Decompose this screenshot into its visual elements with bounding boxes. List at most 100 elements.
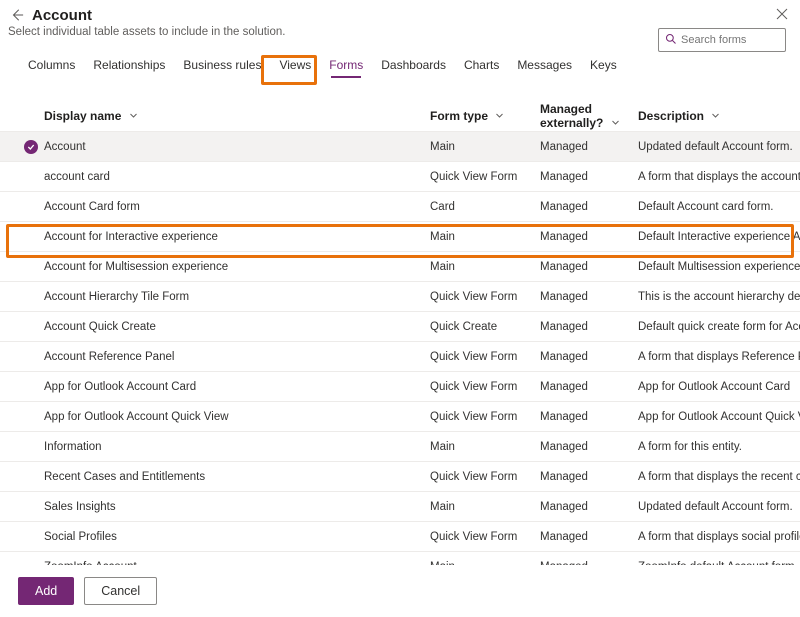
table-row[interactable]: Recent Cases and EntitlementsQuick View … bbox=[0, 462, 800, 492]
chevron-down-icon bbox=[611, 118, 620, 127]
add-button[interactable]: Add bbox=[18, 577, 74, 605]
cell-description: Updated default Account form. bbox=[638, 141, 800, 153]
cell-managed: Managed bbox=[540, 291, 638, 303]
table-row[interactable]: Account for Interactive experienceMainMa… bbox=[0, 222, 800, 252]
cell-display-name: Account for Multisession experience bbox=[44, 261, 430, 273]
tab-columns[interactable]: Columns bbox=[28, 58, 75, 80]
tab-views[interactable]: Views bbox=[279, 58, 311, 80]
cell-description: Default Interactive experience Account bbox=[638, 231, 800, 243]
table-row[interactable]: InformationMainManagedA form for this en… bbox=[0, 432, 800, 462]
cell-description: A form that displays Reference Panel of bbox=[638, 351, 800, 363]
header-managed[interactable]: Managed externally? bbox=[540, 102, 638, 130]
header-form-type-label: Form type bbox=[430, 109, 488, 123]
header-managed-label: Managed externally? bbox=[540, 102, 603, 130]
cell-description: A form for this entity. bbox=[638, 441, 800, 453]
cancel-button[interactable]: Cancel bbox=[84, 577, 157, 605]
tab-relationships[interactable]: Relationships bbox=[93, 58, 165, 80]
cell-managed: Managed bbox=[540, 441, 638, 453]
table-row[interactable]: Account for Multisession experienceMainM… bbox=[0, 252, 800, 282]
table-row[interactable]: Account Quick CreateQuick CreateManagedD… bbox=[0, 312, 800, 342]
cell-managed: Managed bbox=[540, 171, 638, 183]
tab-forms[interactable]: Forms bbox=[329, 58, 363, 80]
header-description-label: Description bbox=[638, 109, 704, 123]
row-checkbox[interactable] bbox=[18, 140, 44, 154]
cell-description: A form that displays social profiles of … bbox=[638, 531, 800, 543]
cell-display-name: Account bbox=[44, 141, 430, 153]
cell-form-type: Quick View Form bbox=[430, 351, 540, 363]
cell-form-type: Quick View Form bbox=[430, 531, 540, 543]
cell-description: App for Outlook Account Quick View bbox=[638, 411, 800, 423]
cell-display-name: Information bbox=[44, 441, 430, 453]
cell-form-type: Quick View Form bbox=[430, 381, 540, 393]
back-icon[interactable] bbox=[8, 6, 26, 24]
cell-description: Updated default Account form. bbox=[638, 501, 800, 513]
close-icon[interactable] bbox=[774, 6, 790, 22]
cell-display-name: Recent Cases and Entitlements bbox=[44, 471, 430, 483]
table-row[interactable]: account cardQuick View FormManagedA form… bbox=[0, 162, 800, 192]
cell-description: App for Outlook Account Card bbox=[638, 381, 800, 393]
cell-description: This is the account hierarchy definition… bbox=[638, 291, 800, 303]
table-row[interactable]: Account Card formCardManagedDefault Acco… bbox=[0, 192, 800, 222]
cell-description: A form that displays the account card. bbox=[638, 171, 800, 183]
cell-managed: Managed bbox=[540, 501, 638, 513]
table-row[interactable]: Account Hierarchy Tile FormQuick View Fo… bbox=[0, 282, 800, 312]
cell-display-name: Account Card form bbox=[44, 201, 430, 213]
cell-display-name: Sales Insights bbox=[44, 501, 430, 513]
cell-display-name: account card bbox=[44, 171, 430, 183]
cell-display-name: Account Hierarchy Tile Form bbox=[44, 291, 430, 303]
cell-managed: Managed bbox=[540, 201, 638, 213]
cell-description: Default Multisession experience Accoun bbox=[638, 261, 800, 273]
cell-managed: Managed bbox=[540, 321, 638, 333]
table-row[interactable]: Account Reference PanelQuick View FormMa… bbox=[0, 342, 800, 372]
cell-display-name: App for Outlook Account Card bbox=[44, 381, 430, 393]
table-row[interactable]: App for Outlook Account CardQuick View F… bbox=[0, 372, 800, 402]
tab-charts[interactable]: Charts bbox=[464, 58, 499, 80]
cell-display-name: Account Quick Create bbox=[44, 321, 430, 333]
chevron-down-icon bbox=[129, 111, 138, 120]
cell-managed: Managed bbox=[540, 381, 638, 393]
cell-display-name: Social Profiles bbox=[44, 531, 430, 543]
cell-managed: Managed bbox=[540, 141, 638, 153]
table-row[interactable]: Social ProfilesQuick View FormManagedA f… bbox=[0, 522, 800, 552]
header-display-name[interactable]: Display name bbox=[44, 109, 430, 123]
tab-keys[interactable]: Keys bbox=[590, 58, 617, 80]
header-form-type[interactable]: Form type bbox=[430, 109, 540, 123]
cell-form-type: Card bbox=[430, 201, 540, 213]
cell-description: Default Account card form. bbox=[638, 201, 800, 213]
cell-description: Default quick create form for Account bbox=[638, 321, 800, 333]
table-row[interactable]: AccountMainManagedUpdated default Accoun… bbox=[0, 132, 800, 162]
chevron-down-icon bbox=[711, 111, 720, 120]
cell-managed: Managed bbox=[540, 531, 638, 543]
cell-form-type: Main bbox=[430, 441, 540, 453]
tab-business-rules[interactable]: Business rules bbox=[183, 58, 261, 80]
tabs-bar: Columns Relationships Business rules Vie… bbox=[0, 44, 800, 80]
page-title: Account bbox=[32, 7, 92, 24]
cell-form-type: Main bbox=[430, 141, 540, 153]
tab-dashboards[interactable]: Dashboards bbox=[381, 58, 446, 80]
cell-display-name: Account for Interactive experience bbox=[44, 231, 430, 243]
chevron-down-icon bbox=[495, 111, 504, 120]
cell-form-type: Quick Create bbox=[430, 321, 540, 333]
header-description[interactable]: Description bbox=[638, 109, 800, 123]
cell-managed: Managed bbox=[540, 261, 638, 273]
cell-managed: Managed bbox=[540, 351, 638, 363]
cell-managed: Managed bbox=[540, 231, 638, 243]
table-row[interactable]: App for Outlook Account Quick ViewQuick … bbox=[0, 402, 800, 432]
cell-form-type: Main bbox=[430, 231, 540, 243]
table-row[interactable]: Sales InsightsMainManagedUpdated default… bbox=[0, 492, 800, 522]
tab-messages[interactable]: Messages bbox=[517, 58, 572, 80]
dialog-footer: Add Cancel bbox=[0, 565, 800, 617]
dialog-header: Account bbox=[0, 0, 800, 26]
cell-managed: Managed bbox=[540, 471, 638, 483]
table-header-row: Display name Form type Managed externall… bbox=[0, 100, 800, 132]
cell-display-name: App for Outlook Account Quick View bbox=[44, 411, 430, 423]
cell-display-name: Account Reference Panel bbox=[44, 351, 430, 363]
cell-managed: Managed bbox=[540, 411, 638, 423]
cell-form-type: Quick View Form bbox=[430, 291, 540, 303]
cell-form-type: Quick View Form bbox=[430, 411, 540, 423]
cell-form-type: Main bbox=[430, 261, 540, 273]
cell-form-type: Main bbox=[430, 501, 540, 513]
checkmark-icon bbox=[24, 140, 38, 154]
header-display-name-label: Display name bbox=[44, 109, 121, 123]
cell-form-type: Quick View Form bbox=[430, 471, 540, 483]
